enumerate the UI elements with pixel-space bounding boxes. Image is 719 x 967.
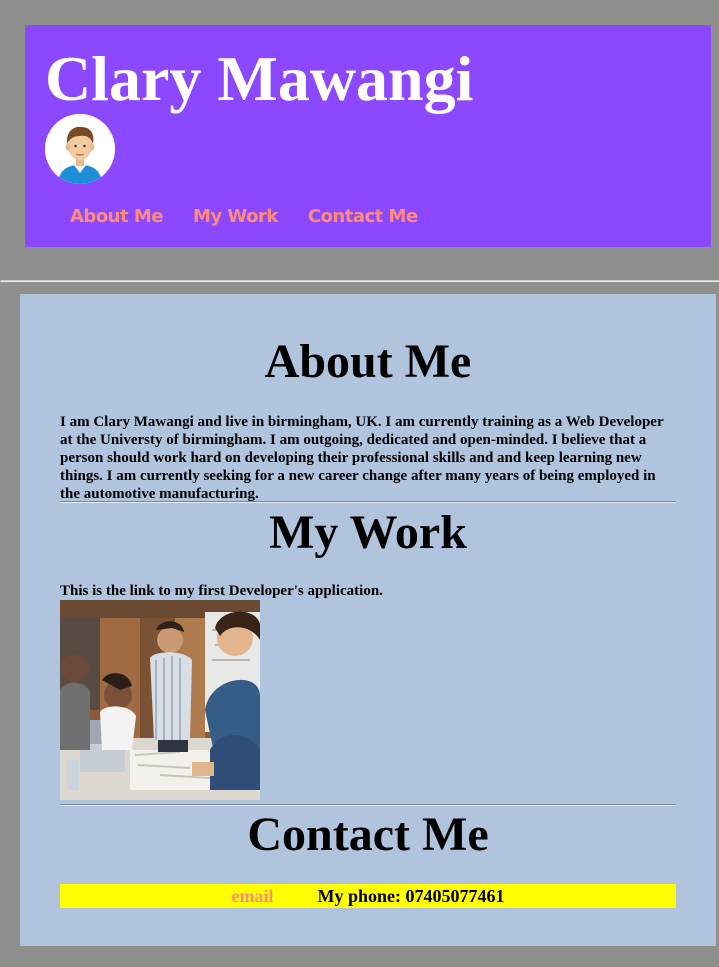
site-header: Clary Mawangi About Me My Work Contact M… <box>25 25 711 247</box>
nav-link-my-work[interactable]: My Work <box>193 206 278 227</box>
header-divider <box>0 280 719 282</box>
section-divider <box>60 804 676 806</box>
about-text: I am Clary Mawangi and live in birmingha… <box>60 414 664 502</box>
user-avatar-icon <box>45 114 115 184</box>
work-photo-link[interactable] <box>60 600 260 800</box>
main-nav: About Me My Work Contact Me <box>70 201 418 231</box>
phone-number: My phone: 07405077461 <box>317 885 505 906</box>
site-title: Clary Mawangi <box>45 43 474 114</box>
work-heading: My Work <box>269 506 467 559</box>
section-divider <box>60 501 676 503</box>
email-link[interactable]: email <box>231 886 273 907</box>
work-text: This is the link to my first Developer's… <box>60 583 383 599</box>
nav-link-about-me[interactable]: About Me <box>70 206 164 227</box>
nav-link-contact-me[interactable]: Contact Me <box>308 206 418 227</box>
team-meeting-photo <box>60 600 260 800</box>
contact-heading: Contact Me <box>247 808 489 861</box>
about-heading: About Me <box>264 335 472 388</box>
contact-bar: email My phone: 07405077461 <box>60 884 676 908</box>
main-content: About Me I am Clary Mawangi and live in … <box>20 294 716 946</box>
